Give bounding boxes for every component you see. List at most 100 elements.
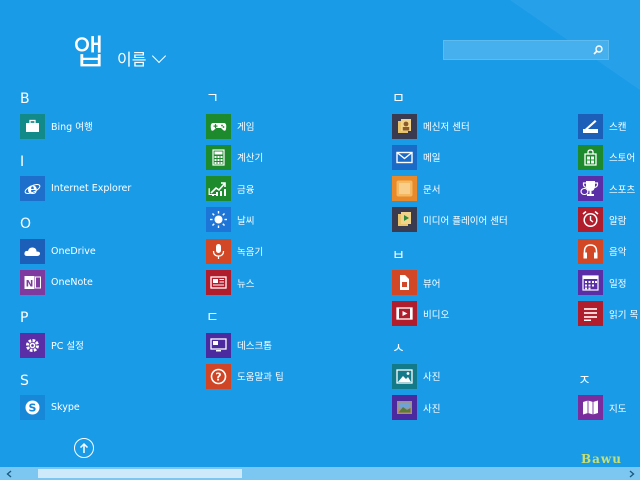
app-label: 음악 [609,247,627,259]
group-header[interactable]: ㅈ [578,374,591,388]
map-icon [578,395,603,421]
app-tile[interactable]: OneDrive [20,238,96,264]
app-label: Bing 여행 [51,122,93,133]
app-tile[interactable]: 게임 [206,113,254,139]
app-tile[interactable]: N OneNote [20,270,93,296]
app-label: 스포츠 [609,184,636,196]
app-tile[interactable]: ? 도움말과 팁 [206,363,284,389]
app-label: OneDrive [51,245,96,257]
headphones-icon [578,238,603,264]
app-label: PC 설정 [51,341,84,353]
group-header[interactable]: P [20,311,28,325]
cloud-icon [20,238,45,264]
scroll-right-icon[interactable] [625,467,638,480]
app-tile[interactable]: 사진 [392,363,440,389]
svg-text:N: N [26,280,34,290]
app-label: 메신저 센터 [423,122,470,133]
app-tile[interactable]: 문서 [392,176,440,202]
app-label: 뉴스 [237,278,255,290]
scrollbar-thumb[interactable] [38,469,242,478]
mail-icon [392,144,417,170]
group-header[interactable]: ㄱ [206,92,219,106]
app-tile[interactable]: Bing 여행 [20,113,93,139]
group-header[interactable]: ㅁ [392,92,405,106]
group-header[interactable]: ㄴ [206,186,219,200]
app-tile[interactable]: 스토어 [578,144,635,170]
viewer-icon [392,270,417,295]
app-tile[interactable]: 사진 [392,395,440,421]
search-icon[interactable] [593,45,603,55]
svg-text:S: S [29,402,37,415]
app-tile[interactable]: 뉴스 [206,270,254,296]
gear-icon [20,332,45,358]
app-tile[interactable]: 음악 [578,238,626,264]
media-player-icon [392,207,417,233]
alarm-icon [578,207,603,233]
app-label: 메일 [423,153,441,165]
desktop-icon [206,332,231,358]
app-label: 스토어 [609,153,636,165]
app-tile[interactable]: 알람 [578,207,626,233]
svg-text:e: e [27,180,37,197]
group-header[interactable]: I [20,155,24,169]
arrow-up-icon [79,442,89,453]
watermark: Bawu [581,452,622,466]
video-icon [392,301,417,327]
app-label: 도움말과 팁 [237,372,284,384]
group-header[interactable]: ㅂ [392,249,405,263]
app-tile[interactable]: 메신저 센터 [392,113,470,139]
app-tile[interactable]: e Internet Explorer [20,176,131,202]
app-label: 문서 [423,184,441,196]
scan-icon [578,113,603,139]
app-tile[interactable]: 미디어 플레이어 센터 [392,207,508,233]
app-label: 알람 [609,215,627,227]
app-label: 스캔 [609,122,627,133]
calendar-icon [578,270,603,295]
suitcase-icon [20,113,45,139]
news-icon [206,270,231,295]
calculator-icon [206,144,231,170]
app-tile[interactable]: 비디오 [392,301,449,327]
store-icon [578,144,603,170]
app-tile[interactable]: 데스크톱 [206,332,272,358]
scroll-left-icon[interactable] [2,467,15,480]
app-tile[interactable]: 일정 [578,270,626,296]
sort-dropdown[interactable]: 이름 [117,46,167,70]
app-tile[interactable]: 스캔 [578,113,626,139]
microphone-icon [206,238,231,264]
ie-icon: e [20,176,45,202]
help-icon: ? [206,363,231,389]
app-label: 녹음기 [237,247,264,259]
app-tile[interactable]: 뷰어 [392,270,440,296]
sort-label: 이름 [117,50,147,69]
app-tile[interactable]: PC 설정 [20,332,84,358]
group-header[interactable]: O [20,217,31,231]
app-tile[interactable]: 녹음기 [206,238,263,264]
search-input[interactable] [444,41,589,59]
app-tile[interactable]: 계산기 [206,144,263,170]
group-header[interactable]: B [20,92,30,106]
group-header[interactable]: S [20,374,29,388]
group-header[interactable]: ㅇ [578,186,591,200]
app-label: 금융 [237,184,255,196]
app-tile[interactable]: 읽기 목 [578,301,638,327]
scroll-up-button[interactable] [74,438,94,458]
app-tile[interactable]: 지도 [578,395,626,421]
app-tile[interactable]: 메일 [392,144,440,170]
horizontal-scrollbar[interactable] [0,467,640,480]
app-label: 일정 [609,278,627,290]
app-tile[interactable]: 날씨 [206,207,254,233]
app-label: Skype [51,402,80,414]
onenote-icon: N [20,270,45,295]
app-tile[interactable]: S Skype [20,395,80,421]
app-label: 데스크톱 [237,341,272,353]
app-label: 사진 [423,372,441,384]
group-header[interactable]: ㅅ [392,342,405,356]
app-label: 사진 [423,403,441,415]
document-icon [392,176,417,202]
svg-text:?: ? [215,370,221,383]
group-header[interactable]: ㄷ [206,311,219,325]
app-label: 뷰어 [423,278,441,290]
app-label: Internet Explorer [51,183,132,195]
search-box[interactable] [443,40,609,60]
